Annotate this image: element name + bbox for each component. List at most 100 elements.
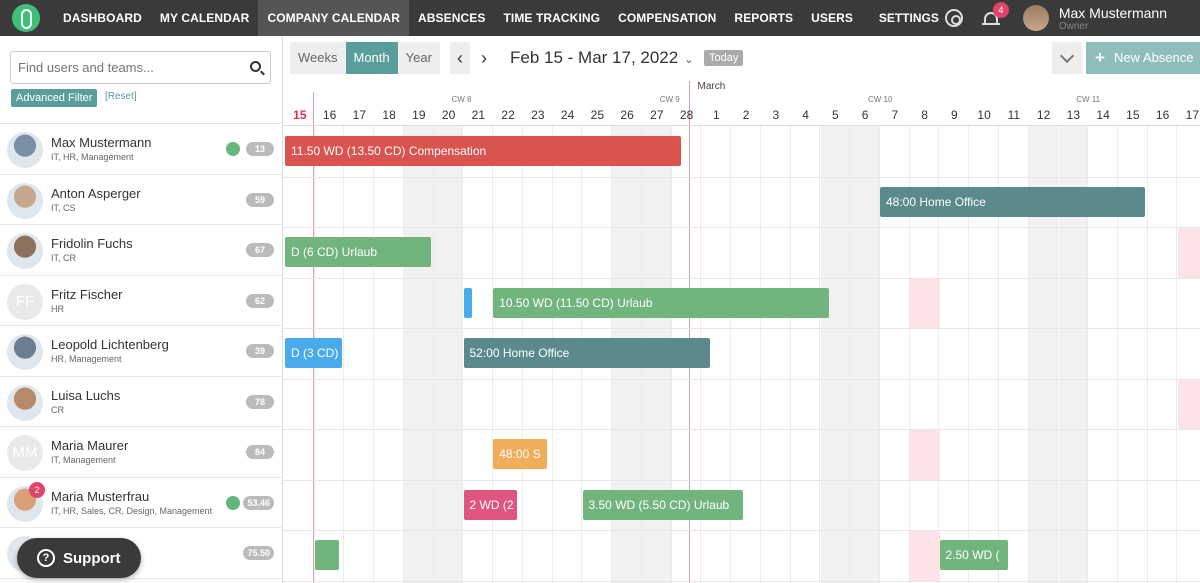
today-button[interactable]: Today [704, 50, 744, 66]
person-row[interactable]: Leopold Lichtenberg HR, Management 39 [0, 326, 283, 377]
person-row[interactable]: Fridolin Fuchs IT, CR 67 [0, 225, 283, 276]
person-count-badge: 75.50 [243, 546, 274, 560]
date-range-picker[interactable]: Feb 15 - Mar 17, 2022 ⌄ [510, 48, 693, 68]
calendar-week-label: CW 10 [868, 95, 893, 104]
day-number: 5 [832, 108, 839, 122]
notifications-button[interactable]: 4 [981, 2, 1009, 28]
avatar [7, 334, 43, 370]
day-column[interactable] [1178, 126, 1200, 583]
download-button[interactable] [1052, 42, 1082, 74]
person-name: Fridolin Fuchs [51, 236, 133, 251]
absence-bar[interactable]: 3.50 WD (5.50 CD) Urlaub [582, 489, 744, 520]
nav-reports[interactable]: REPORTS [725, 0, 802, 36]
avatar [7, 132, 43, 168]
nav-users[interactable]: USERS [802, 0, 862, 36]
nav-absences[interactable]: ABSENCES [409, 0, 494, 36]
search-box [10, 51, 271, 84]
person-count-badge: 67 [246, 243, 274, 257]
day-number: 16 [322, 108, 337, 122]
absence-bar[interactable]: 2 WD (2 [463, 489, 518, 520]
person-notification-badge: 2 [29, 481, 45, 498]
day-number: 8 [921, 108, 928, 122]
nav-dashboard[interactable]: DASHBOARD [54, 0, 151, 36]
nav-time-tracking[interactable]: TIME TRACKING [494, 0, 609, 36]
day-number: 1 [713, 108, 720, 122]
chevron-down-icon: ⌄ [684, 54, 694, 66]
day-number: 7 [891, 108, 899, 122]
view-weeks-button[interactable]: Weeks [290, 42, 346, 74]
user-menu[interactable]: Max Mustermann Owner [1059, 5, 1167, 32]
nav-company-calendar[interactable]: COMPANY CALENDAR [258, 0, 409, 36]
day-column[interactable] [850, 126, 880, 583]
absence-bar[interactable]: 10.50 WD (11.50 CD) Urlaub [493, 287, 830, 318]
day-column[interactable] [791, 126, 821, 583]
user-avatar[interactable] [1022, 5, 1049, 31]
question-icon: ? [37, 549, 55, 567]
advanced-filter-button[interactable]: Advanced Filter [11, 89, 98, 107]
person-name: Anton Asperger [51, 185, 141, 201]
avatar [7, 384, 43, 421]
person-row[interactable]: 2 Maria Musterfrau IT, HR, Sales, CR, Desi… [0, 478, 283, 528]
absence-bar[interactable]: 52:00 Home Office [463, 338, 711, 368]
view-year-button[interactable]: Year [397, 42, 440, 74]
person-count-badge: 39 [246, 344, 274, 358]
day-number: 26 [620, 108, 634, 122]
absence-bar[interactable]: D (6 CD) Urlaub [285, 237, 431, 267]
new-absence-button[interactable]: + New Absence [1086, 42, 1200, 74]
day-column[interactable] [374, 126, 404, 583]
person-teams: HR, Management [51, 354, 122, 364]
view-month-button[interactable]: Month [345, 42, 398, 74]
search-input[interactable] [11, 52, 231, 83]
absence-bar[interactable] [314, 540, 339, 570]
search-icon[interactable] [250, 61, 261, 72]
person-teams: HR [51, 303, 64, 314]
main-nav: DASHBOARD MY CALENDAR COMPANY CALENDAR ABSE… [54, 0, 862, 36]
sidebar: Advanced Filter [Reset] Max Mustermann IT… [0, 36, 283, 583]
day-column[interactable] [820, 126, 851, 583]
person-row[interactable]: MM Maria Maurer IT, Management 84 [0, 427, 283, 478]
absence-bar[interactable]: 2.50 WD ( [939, 540, 1008, 570]
absence-bar[interactable]: 11.50 WD (13.50 CD) Compensation [285, 136, 681, 166]
app-logo-icon[interactable] [12, 4, 40, 32]
person-row[interactable]: Luisa Luchs CR 78 [0, 377, 283, 427]
nav-my-calendar[interactable]: MY CALENDAR [151, 0, 259, 36]
day-number: 25 [590, 108, 605, 122]
person-count-badge: 53.46 [243, 495, 274, 510]
support-label: Support [63, 549, 121, 567]
day-column[interactable] [345, 126, 375, 583]
absence-bar[interactable]: 48:00 S [493, 439, 547, 469]
day-column[interactable] [761, 126, 791, 583]
absence-bar[interactable] [463, 287, 473, 318]
absence-bar[interactable]: D (3 CD) [285, 338, 342, 368]
new-absence-label: New Absence [1114, 50, 1194, 65]
absence-bar[interactable]: 48:00 Home Office [880, 186, 1145, 217]
person-teams: IT, HR, Sales, CR, Design, Management [51, 505, 213, 516]
holiday-cell [909, 530, 940, 581]
view-switcher: Weeks Month Year [290, 42, 440, 74]
day-number: 28 [679, 108, 694, 122]
user-name: Max Mustermann [1058, 4, 1167, 21]
person-name: Maria Maurer [51, 438, 129, 453]
support-button[interactable]: ? Support [17, 538, 141, 578]
person-row[interactable]: FF Fritz Fischer HR 62 [0, 276, 283, 326]
settings-button[interactable]: SETTINGS [879, 9, 963, 27]
day-column[interactable] [433, 126, 464, 583]
row-divider [283, 277, 1200, 279]
row-divider [283, 328, 1200, 329]
top-navigation: DASHBOARD MY CALENDAR COMPANY CALENDAR ABSE… [0, 0, 1200, 36]
day-header: 15 16 17 18 19 20 21 22 23 24 25 26 27 28 1 2 3 4 5 6 7 8 9 10 1… [283, 104, 1200, 126]
download-icon [1059, 48, 1075, 64]
previous-period-button[interactable]: ‹ [450, 42, 470, 74]
calendar-grid: 11.50 WD (13.50 CD) Compensation 48:00 Ho… [283, 126, 1200, 583]
avatar: MM [7, 435, 43, 471]
person-row[interactable]: Anton Asperger IT, CS 59 [0, 175, 283, 225]
reset-link[interactable]: [Reset] [105, 91, 137, 102]
day-number: 4 [802, 108, 809, 122]
day-column[interactable] [404, 126, 434, 583]
day-number: 18 [382, 108, 396, 122]
day-column[interactable] [1148, 126, 1178, 583]
person-row[interactable]: Max Mustermann IT, HR, Management 13 [0, 124, 283, 175]
nav-compensation[interactable]: COMPENSATION [609, 0, 725, 36]
next-period-button[interactable]: › [474, 42, 494, 74]
day-number: 21 [471, 108, 486, 122]
